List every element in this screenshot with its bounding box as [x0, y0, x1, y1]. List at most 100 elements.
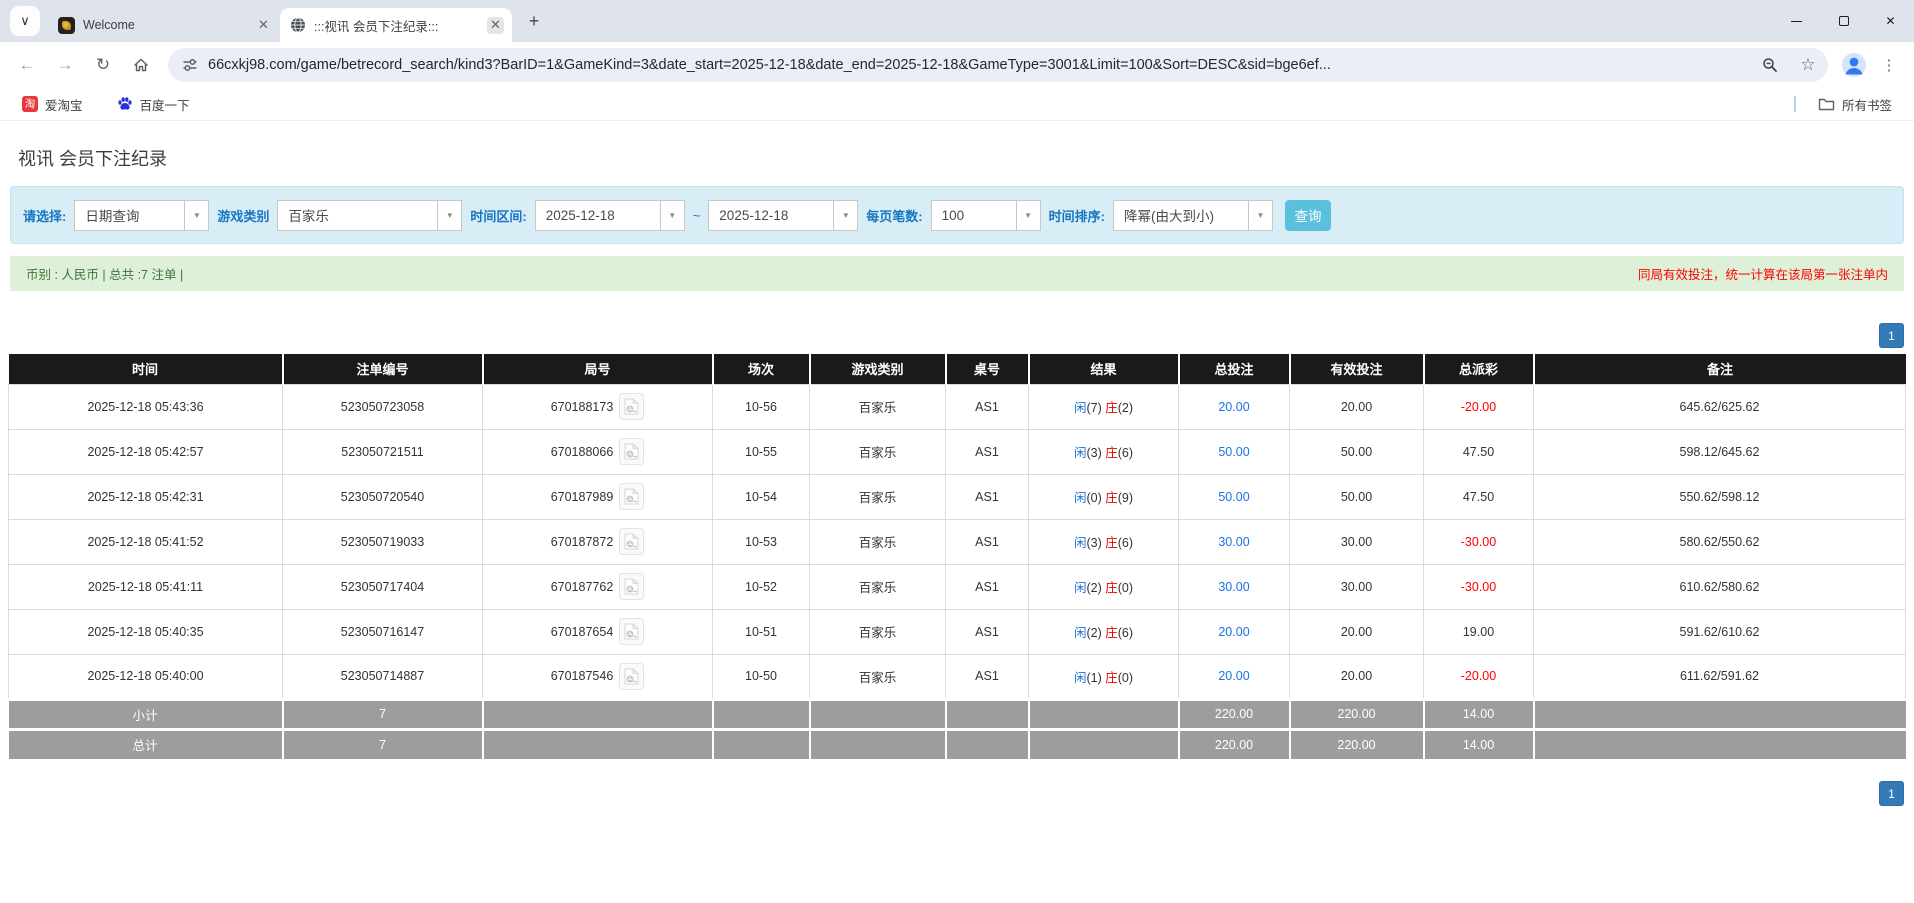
- cell-valid-bet: 50.00: [1290, 429, 1424, 474]
- banker-result: 庄: [1105, 671, 1118, 685]
- cell-round: 670188066: [483, 429, 713, 474]
- table-row: 2025-12-18 05:40:00 523050714887 6701875…: [9, 654, 1906, 699]
- home-icon[interactable]: [124, 48, 158, 82]
- back-icon[interactable]: ←: [10, 48, 44, 82]
- cell-valid-bet: 30.00: [1290, 564, 1424, 609]
- cell-total-bet: 20.00: [1179, 609, 1290, 654]
- cell-result: 闲(3) 庄(6): [1029, 429, 1179, 474]
- cell-round: 670187989: [483, 474, 713, 519]
- video-record-icon[interactable]: [619, 483, 644, 510]
- total-bet-link[interactable]: 20.00: [1218, 669, 1249, 683]
- total-bet-link[interactable]: 50.00: [1218, 490, 1249, 504]
- tab-bet-record[interactable]: :::视讯 会员下注纪录::: ✕: [280, 8, 512, 42]
- query-type-select[interactable]: 日期查询 ▼: [74, 200, 209, 231]
- table-row: 2025-12-18 05:42:57 523050721511 6701880…: [9, 429, 1906, 474]
- bookmark-baidu[interactable]: 百度一下: [109, 91, 198, 118]
- cell-session: 10-56: [713, 384, 810, 429]
- time-sort-select[interactable]: 降幂(由大到小) ▼: [1113, 200, 1273, 231]
- currency-total-text: 币别 : 人民币 | 总共 :7 注单 |: [26, 264, 183, 283]
- total-bet-link[interactable]: 20.00: [1218, 400, 1249, 414]
- cell-round: 670187762: [483, 564, 713, 609]
- reload-icon[interactable]: ↻: [86, 48, 120, 82]
- column-header: 总投注: [1179, 354, 1290, 384]
- total-bet-link[interactable]: 20.00: [1218, 625, 1249, 639]
- cell-remark: 550.62/598.12: [1534, 474, 1906, 519]
- cell-total-bet: 20.00: [1179, 654, 1290, 699]
- site-settings-icon[interactable]: [182, 57, 198, 73]
- date-end-select[interactable]: 2025-12-18 ▼: [708, 200, 858, 231]
- cell-session: 10-55: [713, 429, 810, 474]
- banker-result: 庄: [1105, 446, 1118, 460]
- chevron-down-icon: ▼: [1248, 201, 1272, 230]
- tab-close-icon[interactable]: ✕: [255, 17, 272, 34]
- page-title: 视讯 会员下注纪录: [18, 145, 1914, 171]
- sum-label: 小计: [9, 699, 283, 729]
- cell-session: 10-52: [713, 564, 810, 609]
- cell-time: 2025-12-18 05:41:52: [9, 519, 283, 564]
- cell-table: AS1: [946, 429, 1029, 474]
- new-tab-button[interactable]: +: [520, 7, 548, 35]
- video-record-icon[interactable]: [619, 438, 644, 465]
- window-controls: ✕: [1773, 0, 1914, 42]
- total-bet-link[interactable]: 30.00: [1218, 535, 1249, 549]
- all-bookmarks-button[interactable]: 所有书签: [1810, 91, 1900, 118]
- column-header: 备注: [1534, 354, 1906, 384]
- bookmarks-bar: 淘 爱淘宝 百度一下 所有书签: [0, 88, 1914, 121]
- table-header-row: 时间注单编号局号场次游戏类别桌号结果总投注有效投注总派彩备注: [9, 354, 1906, 384]
- cell-game: 百家乐: [810, 519, 946, 564]
- cell-remark: 645.62/625.62: [1534, 384, 1906, 429]
- total-bet-link[interactable]: 50.00: [1218, 445, 1249, 459]
- time-sort-label: 时间排序:: [1049, 206, 1105, 225]
- profile-avatar[interactable]: [1838, 49, 1870, 81]
- bookmark-aitaobao[interactable]: 淘 爱淘宝: [14, 91, 91, 118]
- sum-payout: 14.00: [1424, 729, 1534, 759]
- player-result: 闲: [1074, 626, 1087, 640]
- window-maximize-button[interactable]: [1820, 0, 1867, 42]
- cell-payout: -30.00: [1424, 564, 1534, 609]
- address-bar[interactable]: 66cxkj98.com/game/betrecord_search/kind3…: [168, 48, 1828, 82]
- date-start-select[interactable]: 2025-12-18 ▼: [535, 200, 685, 231]
- game-category-select[interactable]: 百家乐 ▼: [277, 200, 462, 231]
- video-record-icon[interactable]: [619, 573, 644, 600]
- cell-time: 2025-12-18 05:42:57: [9, 429, 283, 474]
- zoom-icon[interactable]: [1756, 51, 1784, 79]
- column-header: 总派彩: [1424, 354, 1534, 384]
- table-row: 2025-12-18 05:41:11 523050717404 6701877…: [9, 564, 1906, 609]
- cell-remark: 610.62/580.62: [1534, 564, 1906, 609]
- sum-label: 总计: [9, 729, 283, 759]
- video-record-icon[interactable]: [619, 528, 644, 555]
- tilde-separator: ~: [693, 208, 701, 223]
- cell-round: 670187546: [483, 654, 713, 699]
- page-1-button[interactable]: 1: [1879, 323, 1904, 348]
- video-record-icon[interactable]: [619, 393, 644, 420]
- cell-game: 百家乐: [810, 564, 946, 609]
- player-result: 闲: [1074, 491, 1087, 505]
- cell-remark: 591.62/610.62: [1534, 609, 1906, 654]
- forward-icon[interactable]: →: [48, 48, 82, 82]
- player-result: 闲: [1074, 446, 1087, 460]
- bet-records-table: 时间注单编号局号场次游戏类别桌号结果总投注有效投注总派彩备注 2025-12-1…: [8, 354, 1906, 759]
- cell-table: AS1: [946, 564, 1029, 609]
- total-bet-link[interactable]: 30.00: [1218, 580, 1249, 594]
- cell-bet-id: 523050719033: [283, 519, 483, 564]
- cell-time: 2025-12-18 05:42:31: [9, 474, 283, 519]
- banker-result: 庄: [1105, 491, 1118, 505]
- cell-time: 2025-12-18 05:41:11: [9, 564, 283, 609]
- window-minimize-button[interactable]: [1773, 0, 1820, 42]
- per-page-select[interactable]: 100 ▼: [931, 200, 1041, 231]
- video-record-icon[interactable]: [619, 618, 644, 645]
- video-record-icon[interactable]: [619, 663, 644, 690]
- chevron-down-icon: ▼: [1016, 201, 1040, 230]
- banker-result: 庄: [1105, 581, 1118, 595]
- browser-menu-icon[interactable]: ⋮: [1874, 50, 1904, 80]
- cell-table: AS1: [946, 654, 1029, 699]
- page-1-button[interactable]: 1: [1879, 781, 1904, 806]
- tab-close-icon[interactable]: ✕: [487, 17, 504, 34]
- window-close-button[interactable]: ✕: [1867, 0, 1914, 42]
- tab-welcome[interactable]: Welcome ✕: [48, 8, 280, 42]
- cell-round: 670187872: [483, 519, 713, 564]
- table-row: 2025-12-18 05:42:31 523050720540 6701879…: [9, 474, 1906, 519]
- query-button[interactable]: 查询: [1285, 200, 1331, 231]
- tab-search-button[interactable]: ∨: [10, 6, 40, 36]
- bookmark-star-icon[interactable]: ☆: [1794, 51, 1822, 79]
